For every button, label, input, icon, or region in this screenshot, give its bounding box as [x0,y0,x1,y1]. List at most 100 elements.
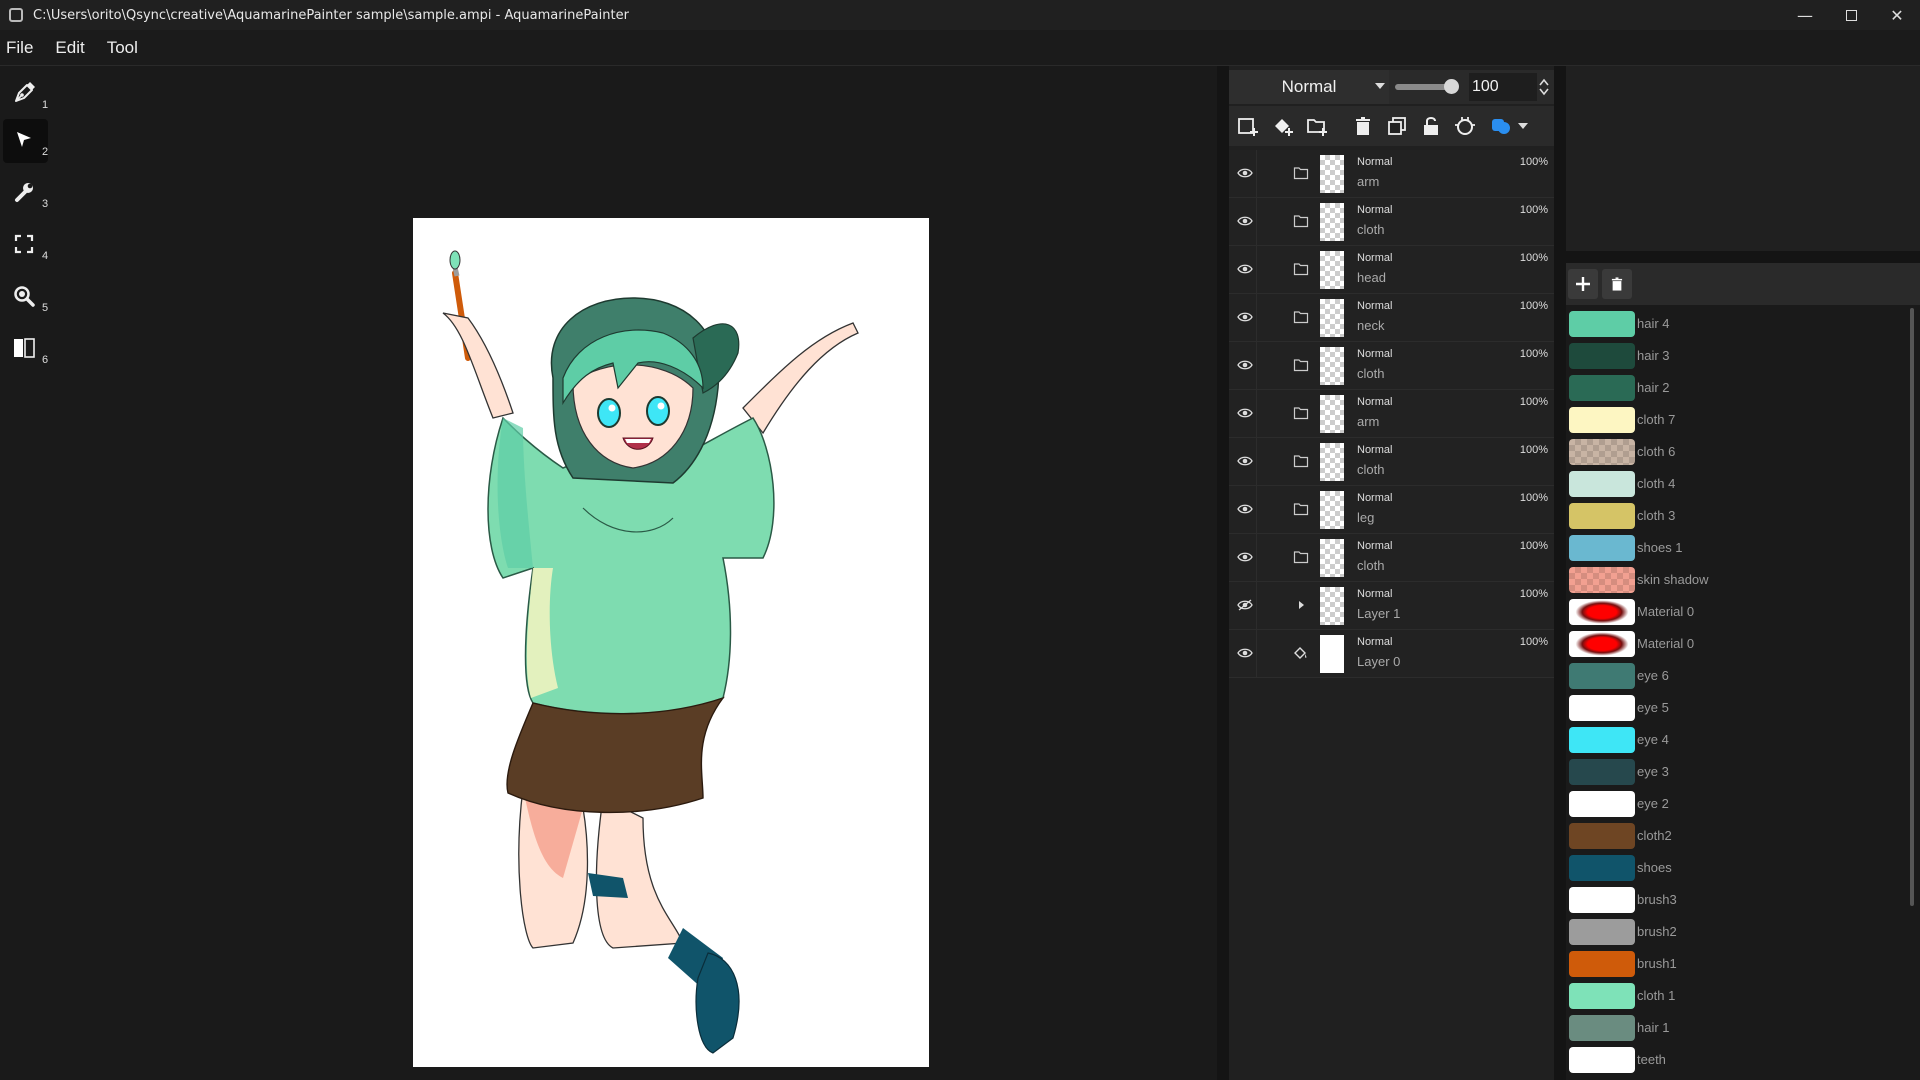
eye-icon[interactable] [1237,214,1253,228]
close-button[interactable]: ✕ [1874,0,1920,30]
layer-name[interactable]: Layer 1 [1357,606,1400,621]
layer-name[interactable]: cloth [1357,366,1384,381]
minimize-button[interactable]: — [1782,0,1828,30]
slider-knob[interactable] [1444,79,1459,94]
layer-name[interactable]: leg [1357,510,1374,525]
panel-splitter[interactable] [1566,251,1920,263]
color-swatch[interactable] [1569,631,1635,657]
eye-icon[interactable] [1237,454,1253,468]
layer-row[interactable]: Normal cloth 100% [1229,342,1554,390]
color-swatch[interactable] [1569,567,1635,593]
layer-row[interactable]: Normal arm 100% [1229,150,1554,198]
swatch-item[interactable]: cloth 4 [1566,468,1906,500]
panel-splitter[interactable] [1217,66,1229,1080]
swatch-item[interactable]: cloth 6 [1566,436,1906,468]
opacity-input[interactable]: 100 [1469,73,1537,101]
swatch-list-scrollbar[interactable] [1910,308,1914,906]
layer-row[interactable]: Normal Layer 0 100% [1229,630,1554,678]
color-swatch[interactable] [1569,663,1635,689]
color-swatch[interactable] [1569,855,1635,881]
color-swatch[interactable] [1569,471,1635,497]
layer-name[interactable]: head [1357,270,1386,285]
swatch-item[interactable]: Material 0 [1566,628,1906,660]
color-swatch[interactable] [1569,407,1635,433]
swatch-item[interactable]: hair 1 [1566,1012,1906,1044]
color-swatch[interactable] [1569,983,1635,1009]
color-swatch[interactable] [1569,695,1635,721]
spin-arrows-icon[interactable] [1539,78,1549,96]
layer-row[interactable]: Normal leg 100% [1229,486,1554,534]
swatch-item[interactable]: cloth2 [1566,820,1906,852]
eye-icon[interactable] [1237,646,1253,660]
layer-row[interactable]: Normal neck 100% [1229,294,1554,342]
color-swatch[interactable] [1569,535,1635,561]
add-swatch-button[interactable] [1568,269,1598,299]
add-layer-button[interactable] [1232,110,1264,142]
layer-name[interactable]: cloth [1357,558,1384,573]
color-swatch[interactable] [1569,759,1635,785]
color-swatch[interactable] [1569,439,1635,465]
color-swatch[interactable] [1569,1015,1635,1041]
layer-name[interactable]: arm [1357,174,1379,189]
layer-name[interactable]: cloth [1357,462,1384,477]
swatch-item[interactable]: hair 4 [1566,308,1906,340]
color-swatch[interactable] [1569,311,1635,337]
layer-row[interactable]: Normal head 100% [1229,246,1554,294]
panel-splitter[interactable] [1554,66,1566,1080]
color-swatch[interactable] [1569,823,1635,849]
color-mode-button[interactable] [1483,110,1535,142]
tool-split-view[interactable]: 6 [3,327,48,371]
tool-pen[interactable]: 1 [3,72,48,116]
eye-hidden-icon[interactable] [1237,598,1253,612]
duplicate-layer-button[interactable] [1381,110,1413,142]
swatch-item[interactable]: eye 2 [1566,788,1906,820]
lock-layer-button[interactable] [1415,110,1447,142]
eye-icon[interactable] [1237,310,1253,324]
tool-zoom[interactable]: 5 [3,275,48,319]
eye-icon[interactable] [1237,502,1253,516]
eye-icon[interactable] [1237,166,1253,180]
clipping-button[interactable] [1449,110,1481,142]
swatch-item[interactable]: eye 5 [1566,692,1906,724]
canvas-document[interactable] [413,218,929,1067]
layer-row[interactable]: Normal cloth 100% [1229,534,1554,582]
delete-swatch-button[interactable] [1602,269,1632,299]
swatch-item[interactable]: teeth [1566,1044,1906,1076]
swatch-item[interactable]: eye 6 [1566,660,1906,692]
swatch-item[interactable]: cloth 3 [1566,500,1906,532]
swatch-item[interactable]: hair 2 [1566,372,1906,404]
blend-mode-select[interactable]: Normal [1229,70,1389,104]
swatch-item[interactable]: Material 0 [1566,596,1906,628]
layer-row[interactable]: Normal cloth 100% [1229,198,1554,246]
color-swatch[interactable] [1569,375,1635,401]
color-swatch[interactable] [1569,503,1635,529]
swatch-item[interactable]: shoes 1 [1566,532,1906,564]
add-fill-layer-button[interactable] [1267,110,1299,142]
swatch-item[interactable]: brush1 [1566,948,1906,980]
tool-wrench[interactable]: 3 [3,171,48,215]
tool-select[interactable]: 2 [3,119,48,163]
eye-icon[interactable] [1237,262,1253,276]
layer-name[interactable]: arm [1357,414,1379,429]
color-swatch[interactable] [1569,951,1635,977]
color-swatch[interactable] [1569,727,1635,753]
swatch-item[interactable]: eye 3 [1566,756,1906,788]
swatch-item[interactable]: brush2 [1566,916,1906,948]
swatch-item[interactable]: eye 4 [1566,724,1906,756]
color-swatch[interactable] [1569,1047,1635,1073]
canvas-area[interactable] [50,66,1217,1080]
layer-name[interactable]: Layer 0 [1357,654,1400,669]
swatch-item[interactable]: hair 3 [1566,340,1906,372]
layer-row[interactable]: Normal arm 100% [1229,390,1554,438]
swatch-item[interactable]: brush3 [1566,884,1906,916]
expand-arrow-icon[interactable] [1293,598,1309,612]
add-folder-button[interactable] [1301,110,1333,142]
swatch-item[interactable]: skin shadow [1566,564,1906,596]
layer-row[interactable]: Normal Layer 1 100% [1229,582,1554,630]
tool-transform[interactable]: 4 [3,223,48,267]
menu-tool[interactable]: Tool [101,38,144,58]
swatch-item[interactable]: cloth 1 [1566,980,1906,1012]
maximize-button[interactable] [1828,0,1874,30]
color-swatch[interactable] [1569,887,1635,913]
color-swatch[interactable] [1569,343,1635,369]
